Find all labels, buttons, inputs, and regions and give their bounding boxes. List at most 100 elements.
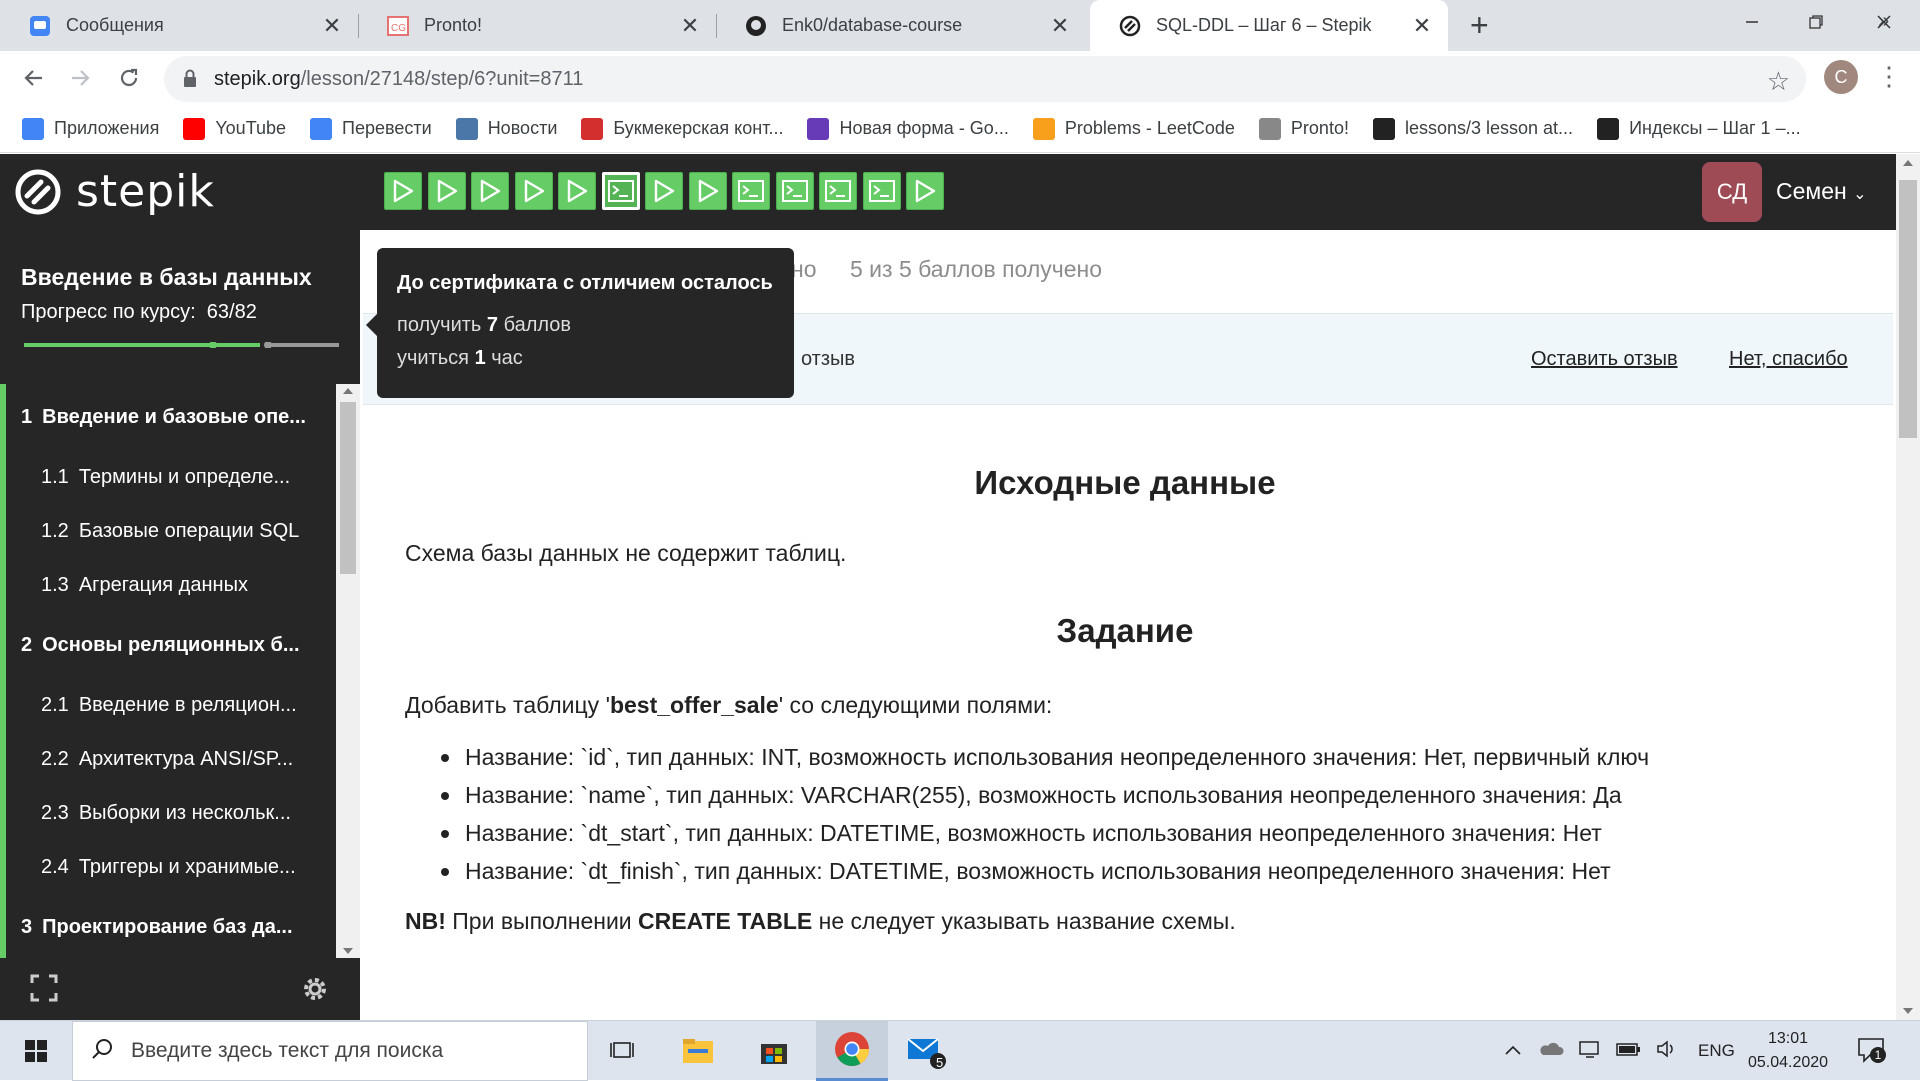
toc-lesson[interactable]: 2.1 Введение в реляцион... (6, 678, 336, 732)
back-arrow-icon[interactable] (16, 61, 50, 95)
leave-feedback-link[interactable]: Оставить отзыв (1531, 348, 1678, 371)
profile-avatar[interactable]: С (1824, 60, 1858, 94)
toc-section[interactable]: 2 Основы реляционных б... (6, 612, 336, 678)
tooltip-points-line: получить 7 баллов (397, 309, 774, 342)
close-icon[interactable]: ✕ (1410, 13, 1434, 39)
play-icon (437, 179, 457, 203)
course-title[interactable]: Введение в базы данных (21, 264, 312, 291)
bookmark-item[interactable]: YouTube (183, 117, 286, 140)
bookmark-item[interactable]: Pronto! (1258, 117, 1349, 140)
step-11[interactable] (819, 172, 857, 210)
browser-tab-strip: Сообщения ✕ CG Pronto! ✕ Enk0/database-c… (0, 0, 1920, 51)
bookmark-item[interactable]: Букмекерская конт... (581, 117, 783, 140)
task-view-icon[interactable] (600, 1029, 644, 1073)
tab-github[interactable]: Enk0/database-course ✕ (716, 0, 1086, 51)
step-6[interactable] (601, 172, 640, 210)
step-13[interactable] (906, 172, 944, 210)
scroll-down-icon[interactable] (1903, 1008, 1913, 1014)
stepik-icon (1119, 15, 1141, 37)
system-clock[interactable]: 13:01 05.04.2020 (1740, 1027, 1836, 1075)
fullscreen-icon[interactable] (30, 974, 58, 1007)
language-indicator[interactable]: ENG (1698, 1041, 1735, 1061)
bookmark-item[interactable]: Новая форма - Go... (807, 117, 1009, 140)
forward-arrow-icon[interactable] (64, 61, 98, 95)
bookmark-item[interactable]: lessons/3 lesson at... (1372, 117, 1573, 140)
battery-icon[interactable] (1616, 1041, 1642, 1062)
step-4[interactable] (514, 172, 553, 210)
restore-icon[interactable] (1784, 0, 1848, 44)
toc-section[interactable]: 3 Проектирование баз да... (6, 894, 336, 958)
browser-menu-icon[interactable]: ⋮ (1876, 63, 1902, 89)
bookmaker-icon (581, 117, 604, 140)
tab-pronto[interactable]: CG Pronto! ✕ (358, 0, 716, 51)
volume-icon[interactable] (1656, 1039, 1680, 1064)
bookmark-item[interactable]: Problems - LeetCode (1032, 117, 1235, 140)
scroll-up-icon[interactable] (1903, 160, 1913, 166)
bookmark-star-icon[interactable]: ☆ (1767, 66, 1790, 97)
bookmark-item[interactable]: Приложения (22, 117, 159, 140)
user-menu[interactable]: Семен ⌄ (1776, 178, 1867, 205)
toc-lesson[interactable]: 2.3 Выборки из нескольк... (6, 786, 336, 840)
step-3[interactable] (471, 172, 509, 210)
course-progress-bar (24, 342, 339, 348)
step-9[interactable] (732, 172, 770, 210)
sidebar-scroll-thumb[interactable] (340, 402, 356, 574)
new-tab-button[interactable]: + (1470, 8, 1489, 42)
stepik-logo[interactable]: stepik (14, 166, 215, 217)
github-icon (1372, 117, 1395, 140)
toc-label: Проектирование баз да... (42, 915, 293, 938)
bookmark-item[interactable]: Индексы – Шаг 1 –... (1597, 117, 1801, 140)
step-8[interactable] (688, 172, 727, 210)
search-icon (91, 1038, 113, 1065)
close-icon[interactable]: ✕ (320, 13, 344, 39)
tab-stepik-active[interactable]: SQL-DDL – Шаг 6 – Stepik ✕ (1090, 0, 1448, 51)
lock-icon[interactable] (182, 69, 198, 94)
url-text[interactable]: stepik.org/lesson/27148/step/6?unit=8711 (214, 68, 583, 91)
reload-icon[interactable] (112, 61, 146, 95)
chrome-taskbar-button[interactable] (816, 1021, 888, 1081)
bookmark-item[interactable]: Перевести (310, 117, 432, 140)
bookmark-label: Индексы – Шаг 1 –... (1629, 118, 1801, 138)
step-10[interactable] (775, 172, 814, 210)
store-icon[interactable] (752, 1029, 796, 1073)
tab-title: Сообщения (66, 15, 164, 35)
toc-lesson[interactable]: 1.2 Базовые операции SQL (6, 504, 336, 558)
toc-lesson[interactable]: 2.2 Архитектура ANSI/SP... (6, 732, 336, 786)
file-explorer-icon[interactable] (676, 1029, 720, 1073)
user-avatar[interactable]: СД (1702, 162, 1762, 222)
tooltip-text: учиться (397, 347, 475, 369)
tab-messages[interactable]: Сообщения ✕ (0, 0, 358, 51)
toc-lesson[interactable]: 1.3 Агрегация данных (6, 558, 336, 612)
step-5[interactable] (558, 172, 596, 210)
toc-number: 2.1 (41, 693, 69, 716)
windows-start-icon[interactable] (0, 1021, 72, 1081)
close-icon[interactable]: ✕ (1048, 13, 1072, 39)
bookmark-item[interactable]: Новости (455, 117, 557, 140)
youtube-icon (183, 117, 206, 140)
stepik-logo-icon (15, 169, 61, 214)
address-bar[interactable]: stepik.org/lesson/27148/step/6?unit=8711… (164, 56, 1806, 102)
mail-icon[interactable]: 5 (904, 1029, 948, 1073)
chevron-up-icon[interactable] (1504, 1041, 1522, 1061)
onedrive-icon[interactable] (1538, 1041, 1564, 1062)
heading-task: Задание (1056, 612, 1194, 649)
step-1[interactable] (384, 172, 422, 210)
step-7[interactable] (645, 172, 683, 210)
page-scroll-thumb[interactable] (1899, 180, 1917, 438)
bookmarks-more-button[interactable]: » (1878, 10, 1889, 33)
no-thanks-link[interactable]: Нет, спасибо (1729, 348, 1848, 371)
network-icon[interactable] (1578, 1039, 1602, 1064)
scroll-up-icon[interactable] (343, 388, 353, 394)
toc-section[interactable]: 1 Введение и базовые опе... (6, 384, 336, 450)
close-icon[interactable]: ✕ (678, 13, 702, 39)
gear-icon[interactable] (300, 974, 330, 1009)
scroll-down-icon[interactable] (343, 948, 353, 954)
taskbar-search[interactable]: Введите здесь текст для поиска (72, 1021, 588, 1081)
notifications-icon[interactable]: 1 (1856, 1035, 1886, 1070)
step-12[interactable] (862, 172, 901, 210)
toc-lesson[interactable]: 2.4 Триггеры и хранимые... (6, 840, 336, 894)
toc-lesson[interactable]: 1.1 Термины и определе... (6, 450, 336, 504)
tooltip-hours-value: 1 (474, 347, 486, 369)
minimize-icon[interactable] (1720, 0, 1784, 44)
step-2[interactable] (427, 172, 466, 210)
